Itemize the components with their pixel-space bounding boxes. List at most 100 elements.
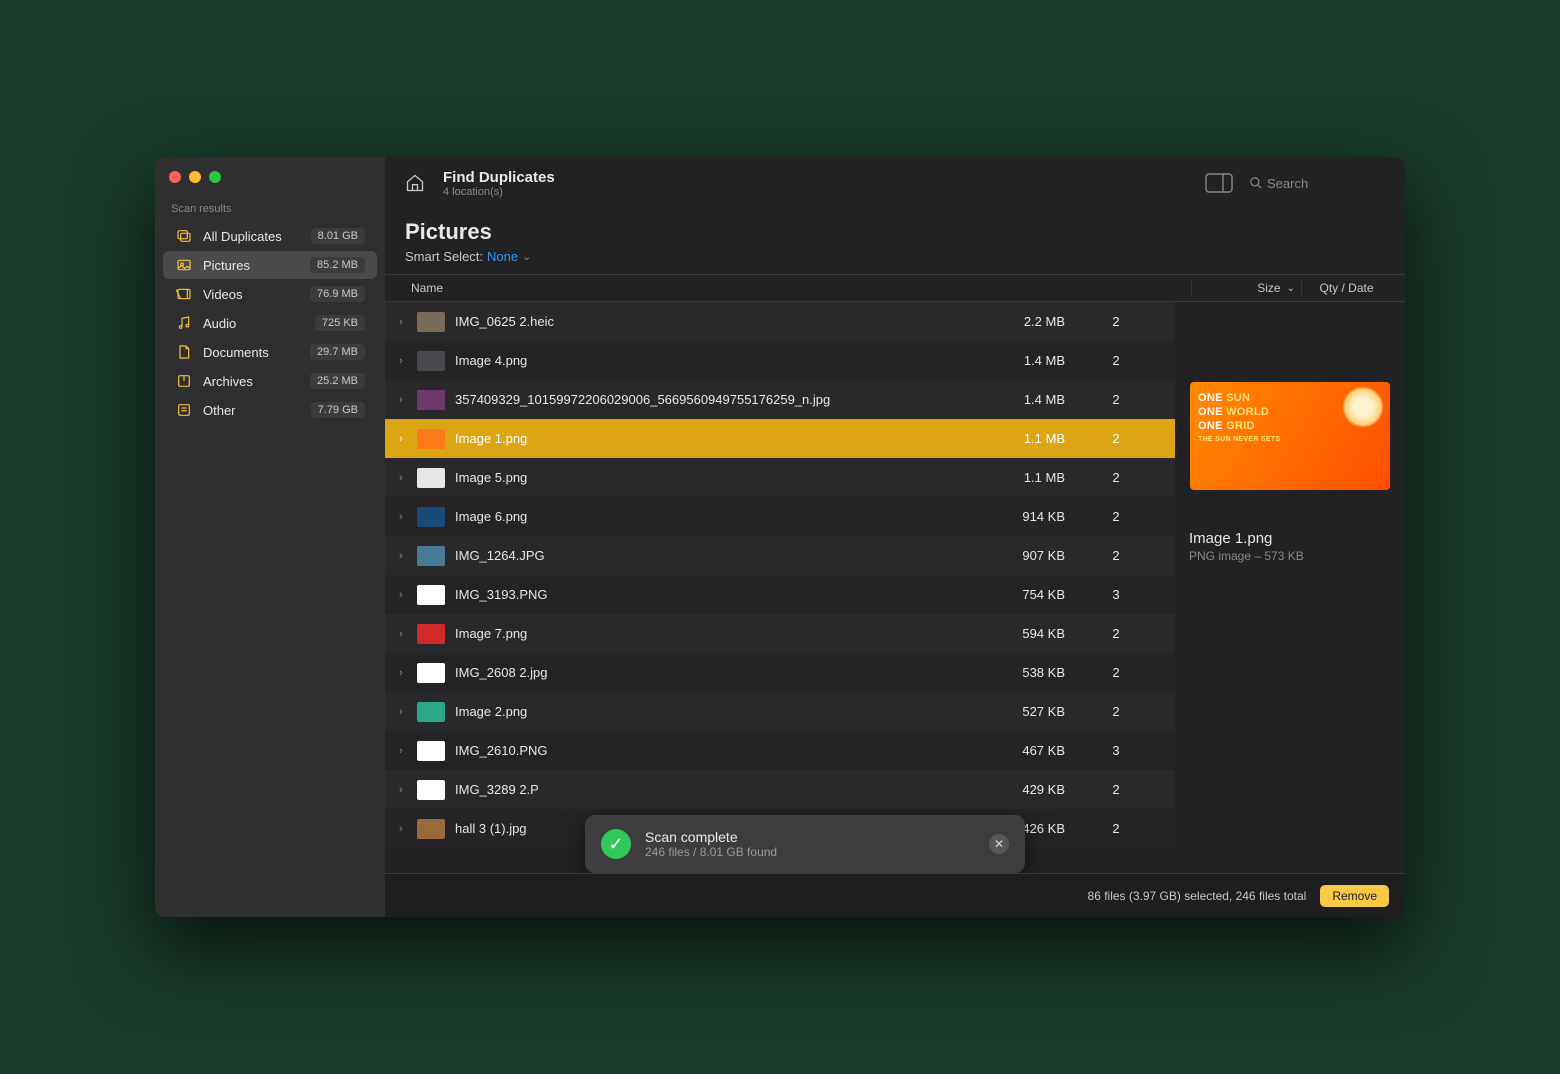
file-qty: 2 (1071, 626, 1161, 641)
toolbar: Find Duplicates 4 location(s) Search (385, 157, 1405, 209)
expand-chevron-icon[interactable]: › (399, 823, 411, 835)
file-thumbnail (417, 468, 445, 488)
expand-chevron-icon[interactable]: › (399, 472, 411, 484)
column-size[interactable]: Size ⌄ (1191, 281, 1301, 295)
file-row[interactable]: ›IMG_2610.PNG467 KB3 (385, 731, 1175, 770)
file-row[interactable]: ›Image 6.png914 KB2 (385, 497, 1175, 536)
expand-chevron-icon[interactable]: › (399, 511, 411, 523)
file-thumbnail (417, 702, 445, 722)
file-row[interactable]: ›IMG_1264.JPG907 KB2 (385, 536, 1175, 575)
file-name: IMG_3193.PNG (455, 587, 961, 602)
file-row[interactable]: ›IMG_2608 2.jpg538 KB2 (385, 653, 1175, 692)
expand-chevron-icon[interactable]: › (399, 433, 411, 445)
file-qty: 3 (1071, 587, 1161, 602)
file-size: 527 KB (961, 704, 1071, 719)
file-row[interactable]: ›357409329_10159972206029006_56695609497… (385, 380, 1175, 419)
expand-chevron-icon[interactable]: › (399, 355, 411, 367)
expand-chevron-icon[interactable]: › (399, 589, 411, 601)
file-size: 754 KB (961, 587, 1071, 602)
file-row[interactable]: ›Image 2.png527 KB2 (385, 692, 1175, 731)
main-content: Find Duplicates 4 location(s) Search Pic… (385, 157, 1405, 917)
video-icon (175, 285, 193, 303)
file-size: 1.1 MB (961, 470, 1071, 485)
file-thumbnail (417, 390, 445, 410)
sidebar-item-badge: 76.9 MB (310, 286, 365, 302)
column-qty[interactable]: Qty / Date (1301, 281, 1391, 295)
file-qty: 2 (1071, 470, 1161, 485)
toast-close-button[interactable]: ✕ (989, 834, 1009, 854)
close-window-button[interactable] (169, 171, 181, 183)
remove-button[interactable]: Remove (1320, 885, 1389, 907)
image-icon (175, 256, 193, 274)
file-thumbnail (417, 351, 445, 371)
file-row[interactable]: ›IMG_3289 2.P429 KB2 (385, 770, 1175, 809)
file-thumbnail (417, 780, 445, 800)
sidebar-item-label: Archives (203, 374, 253, 389)
column-name[interactable]: Name (399, 281, 1191, 295)
file-thumbnail (417, 741, 445, 761)
file-name: IMG_2610.PNG (455, 743, 961, 758)
file-thumbnail (417, 429, 445, 449)
stack-icon (175, 227, 193, 245)
file-name: IMG_1264.JPG (455, 548, 961, 563)
sidebar-item-audio[interactable]: Audio725 KB (163, 309, 377, 337)
sidebar-item-badge: 725 KB (315, 315, 365, 331)
file-thumbnail (417, 585, 445, 605)
sidebar-item-documents[interactable]: Documents29.7 MB (163, 338, 377, 366)
chevron-down-icon: ⌄ (522, 250, 531, 263)
file-row[interactable]: ›IMG_0625 2.heic2.2 MB2 (385, 302, 1175, 341)
file-row[interactable]: ›Image 5.png1.1 MB2 (385, 458, 1175, 497)
expand-chevron-icon[interactable]: › (399, 550, 411, 562)
scan-complete-toast: ✓ Scan complete 246 files / 8.01 GB foun… (585, 815, 1025, 873)
toast-title: Scan complete (645, 829, 777, 845)
sidebar-item-other[interactable]: Other7.79 GB (163, 396, 377, 424)
expand-chevron-icon[interactable]: › (399, 316, 411, 328)
smart-select-label: Smart Select: (405, 249, 483, 264)
search-input[interactable]: Search (1249, 176, 1389, 191)
toast-subtitle: 246 files / 8.01 GB found (645, 845, 777, 859)
file-name: Image 6.png (455, 509, 961, 524)
music-icon (175, 314, 193, 332)
file-name: Image 7.png (455, 626, 961, 641)
file-name: Image 4.png (455, 353, 961, 368)
file-size: 1.1 MB (961, 431, 1071, 446)
page-title: Find Duplicates (443, 169, 555, 186)
file-row[interactable]: › IMG_3193.PNG754 KB3 (385, 575, 1175, 614)
file-row[interactable]: ›Image 7.png594 KB2 (385, 614, 1175, 653)
file-qty: 2 (1071, 782, 1161, 797)
home-icon (405, 173, 425, 193)
file-thumbnail (417, 546, 445, 566)
preview-thumbnail: ONE SUN ONE WORLD ONE GRID THE SUN NEVER… (1190, 382, 1390, 490)
panel-icon (1205, 173, 1233, 193)
expand-chevron-icon[interactable]: › (399, 628, 411, 640)
sidebar-item-archives[interactable]: Archives25.2 MB (163, 367, 377, 395)
sidebar-item-all-duplicates[interactable]: All Duplicates 8.01 GB (163, 222, 377, 250)
sidebar-item-videos[interactable]: Videos76.9 MB (163, 280, 377, 308)
home-button[interactable] (401, 169, 429, 197)
file-size: 538 KB (961, 665, 1071, 680)
sidebar-item-badge: 8.01 GB (311, 228, 365, 244)
file-qty: 3 (1071, 743, 1161, 758)
sidebar-section-label: Scan results (155, 191, 385, 221)
preview-filename: Image 1.png (1189, 530, 1391, 547)
file-thumbnail (417, 312, 445, 332)
file-qty: 2 (1071, 509, 1161, 524)
expand-chevron-icon[interactable]: › (399, 706, 411, 718)
status-bar: 86 files (3.97 GB) selected, 246 files t… (385, 873, 1405, 917)
file-row[interactable]: ›Image 4.png1.4 MB2 (385, 341, 1175, 380)
expand-chevron-icon[interactable]: › (399, 667, 411, 679)
sort-desc-icon: ⌄ (1287, 283, 1295, 294)
minimize-window-button[interactable] (189, 171, 201, 183)
sidebar-item-label: All Duplicates (203, 229, 282, 244)
expand-chevron-icon[interactable]: › (399, 745, 411, 757)
expand-chevron-icon[interactable]: › (399, 784, 411, 796)
sidebar: Scan results All Duplicates 8.01 GB Pictur… (155, 157, 385, 917)
file-qty: 2 (1071, 704, 1161, 719)
expand-chevron-icon[interactable]: › (399, 394, 411, 406)
fullscreen-window-button[interactable] (209, 171, 221, 183)
file-row[interactable]: ›Image 1.png1.1 MB2 (385, 419, 1175, 458)
file-qty: 2 (1071, 392, 1161, 407)
sidebar-item-pictures[interactable]: Pictures85.2 MB (163, 251, 377, 279)
toggle-sidebar-button[interactable] (1205, 173, 1233, 193)
smart-select-control[interactable]: Smart Select: None ⌄ (385, 247, 1405, 274)
